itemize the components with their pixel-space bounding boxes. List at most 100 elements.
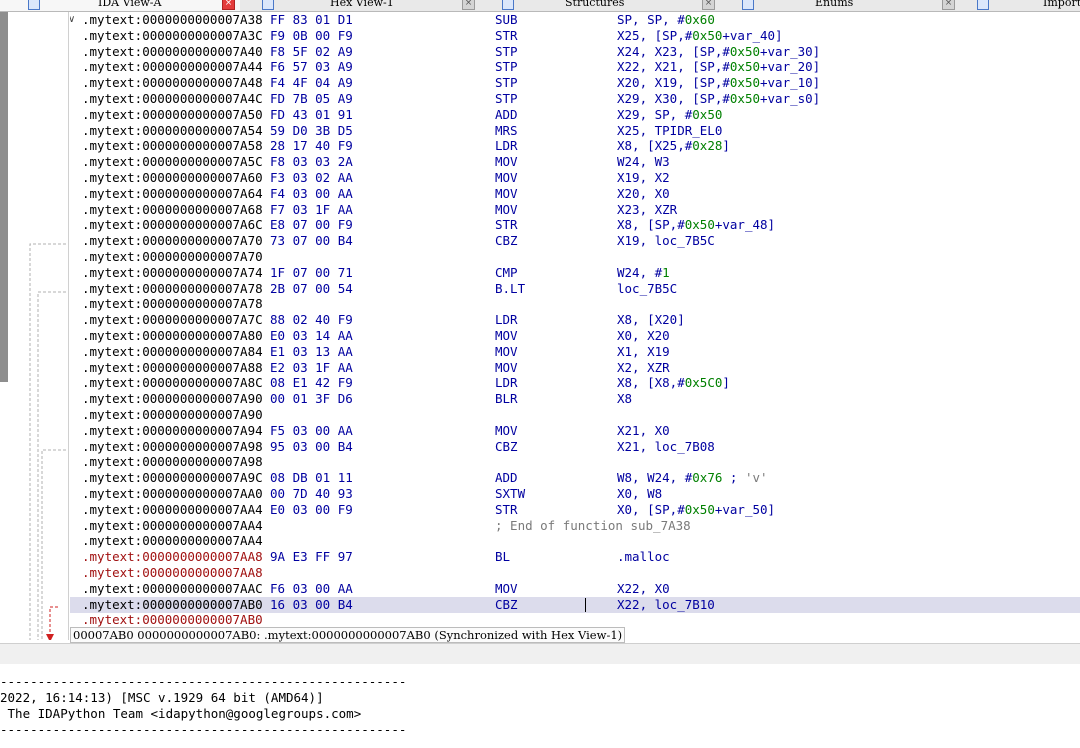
- operands[interactable]: X1, X19: [617, 344, 670, 360]
- listing-row[interactable]: .mytext:0000000000007A94 F5 03 00 AA MOV X2…: [70, 423, 1080, 439]
- operands[interactable]: X20, X0: [617, 186, 670, 202]
- listing-row[interactable]: .mytext:0000000000007AA8 9A E3 FF 97 BL .ma…: [70, 549, 1080, 565]
- mnemonic[interactable]: MOV: [495, 581, 518, 597]
- mnemonic[interactable]: MOV: [495, 170, 518, 186]
- listing-row[interactable]: .mytext:0000000000007AB0: [70, 612, 1080, 627]
- operands[interactable]: X22, X0: [617, 581, 670, 597]
- operands[interactable]: X23, XZR: [617, 202, 677, 218]
- close-tab-icon[interactable]: ×: [462, 0, 475, 10]
- listing-row[interactable]: .mytext:0000000000007A78 2B 07 00 54 B.LT l…: [70, 281, 1080, 297]
- listing-row[interactable]: .mytext:0000000000007A54 59 D0 3B D5 MRS X2…: [70, 123, 1080, 139]
- listing-row[interactable]: .mytext:0000000000007A98 95 03 00 B4 CBZ X2…: [70, 439, 1080, 455]
- listing-row[interactable]: .mytext:0000000000007AA0 00 7D 40 93 SXTW X…: [70, 486, 1080, 502]
- listing-row[interactable]: .mytext:0000000000007A6C E8 07 00 F9 STR X8…: [70, 217, 1080, 233]
- listing-row[interactable]: .mytext:0000000000007A64 F4 03 00 AA MOV X2…: [70, 186, 1080, 202]
- listing-row[interactable]: .mytext:0000000000007A88 E2 03 1F AA MOV X2…: [70, 360, 1080, 376]
- listing-row[interactable]: .mytext:0000000000007A70 73 07 00 B4 CBZ X1…: [70, 233, 1080, 249]
- mnemonic[interactable]: STR: [495, 502, 518, 518]
- mnemonic[interactable]: BL: [495, 549, 510, 565]
- listing-row[interactable]: .mytext:0000000000007AA8: [70, 565, 1080, 581]
- mnemonic[interactable]: BLR: [495, 391, 518, 407]
- operands[interactable]: X19, X2: [617, 170, 670, 186]
- mnemonic[interactable]: SUB: [495, 12, 518, 28]
- mnemonic[interactable]: MOV: [495, 186, 518, 202]
- listing-row[interactable]: .mytext:0000000000007A40 F8 5F 02 A9 STP X2…: [70, 44, 1080, 60]
- mnemonic[interactable]: CBZ: [495, 233, 518, 249]
- mnemonic[interactable]: MOV: [495, 344, 518, 360]
- tab-ida-view-a[interactable]: IDA View-A ×: [0, 0, 240, 11]
- mnemonic[interactable]: STP: [495, 91, 518, 107]
- mnemonic[interactable]: MRS: [495, 123, 518, 139]
- mnemonic[interactable]: STP: [495, 59, 518, 75]
- operands[interactable]: X20, X19, [SP,#0x50+var_10]: [617, 75, 820, 91]
- operands[interactable]: loc_7B5C: [617, 281, 677, 297]
- mnemonic[interactable]: MOV: [495, 202, 518, 218]
- close-tab-icon[interactable]: ×: [702, 0, 715, 10]
- mnemonic[interactable]: CBZ: [495, 439, 518, 455]
- mnemonic[interactable]: LDR: [495, 375, 518, 391]
- operands[interactable]: X0, [SP,#0x50+var_50]: [617, 502, 775, 518]
- tab-structures[interactable]: Structures ×: [480, 0, 720, 11]
- listing-row[interactable]: .mytext:0000000000007AB0 16 03 00 B4 CBZ X2…: [70, 596, 1080, 613]
- operands[interactable]: .malloc: [617, 549, 670, 565]
- operands[interactable]: X8, [X20]: [617, 312, 685, 328]
- listing-row[interactable]: .mytext:0000000000007A80 E0 03 14 AA MOV X0…: [70, 328, 1080, 344]
- mnemonic[interactable]: STP: [495, 44, 518, 60]
- output-window[interactable]: ----------------------------------------…: [0, 664, 1080, 748]
- close-tab-icon[interactable]: ×: [222, 0, 235, 10]
- listing-row[interactable]: ∨ .mytext:0000000000007A38 FF 83 01 D1 SUB S…: [70, 12, 1080, 28]
- listing-row[interactable]: .mytext:0000000000007A58 28 17 40 F9 LDR X8…: [70, 138, 1080, 154]
- listing-row[interactable]: .mytext:0000000000007A98: [70, 454, 1080, 470]
- listing-row[interactable]: .mytext:0000000000007A68 F7 03 1F AA MOV X2…: [70, 202, 1080, 218]
- listing-row[interactable]: .mytext:0000000000007A90: [70, 407, 1080, 423]
- listing-row[interactable]: .mytext:0000000000007A60 F3 03 02 AA MOV X1…: [70, 170, 1080, 186]
- operands[interactable]: X21, loc_7B08: [617, 439, 715, 455]
- listing-row[interactable]: .mytext:0000000000007A9C 08 DB 01 11 ADD W8…: [70, 470, 1080, 486]
- collapse-icon[interactable]: ∨: [70, 12, 75, 28]
- mnemonic[interactable]: STR: [495, 217, 518, 233]
- mnemonic[interactable]: CMP: [495, 265, 518, 281]
- mnemonic[interactable]: STP: [495, 75, 518, 91]
- disassembly-listing[interactable]: ∨ .mytext:0000000000007A38 FF 83 01 D1 SUB S…: [70, 12, 1080, 627]
- listing-row[interactable]: .mytext:0000000000007A7C 88 02 40 F9 LDR X8…: [70, 312, 1080, 328]
- listing-row[interactable]: .mytext:0000000000007AA4 ; End of functio…: [70, 518, 1080, 534]
- operands[interactable]: X0, X20: [617, 328, 670, 344]
- operands[interactable]: X29, X30, [SP,#0x50+var_s0]: [617, 91, 820, 107]
- mnemonic[interactable]: LDR: [495, 312, 518, 328]
- operands[interactable]: X8, [X25,#0x28]: [617, 138, 730, 154]
- listing-row[interactable]: .mytext:0000000000007A78: [70, 296, 1080, 312]
- tab-hex-view-1[interactable]: Hex View-1 ×: [240, 0, 480, 11]
- operands[interactable]: X25, [SP,#0x50+var_40]: [617, 28, 783, 44]
- vertical-scrollbar[interactable]: [0, 12, 8, 382]
- listing-row[interactable]: .mytext:0000000000007AAC F6 03 00 AA MOV X2…: [70, 581, 1080, 597]
- listing-row[interactable]: .mytext:0000000000007A3C F9 0B 00 F9 STR X2…: [70, 28, 1080, 44]
- operands[interactable]: X8, [SP,#0x50+var_48]: [617, 217, 775, 233]
- operands[interactable]: X25, TPIDR_EL0: [617, 123, 722, 139]
- operands[interactable]: X0, W8: [617, 486, 662, 502]
- mnemonic[interactable]: ADD: [495, 107, 518, 123]
- mnemonic[interactable]: MOV: [495, 360, 518, 376]
- listing-row[interactable]: .mytext:0000000000007A70: [70, 249, 1080, 265]
- listing-row[interactable]: .mytext:0000000000007A5C F8 03 03 2A MOV W2…: [70, 154, 1080, 170]
- operands[interactable]: W24, #1: [617, 265, 670, 281]
- operands[interactable]: W8, W24, #0x76 ; 'v': [617, 470, 768, 486]
- operands[interactable]: X2, XZR: [617, 360, 670, 376]
- operands[interactable]: X22, X21, [SP,#0x50+var_20]: [617, 59, 820, 75]
- tab-import[interactable]: Import: [955, 0, 1080, 11]
- operands[interactable]: X8: [617, 391, 632, 407]
- mnemonic[interactable]: MOV: [495, 423, 518, 439]
- operands[interactable]: W24, W3: [617, 154, 670, 170]
- operands[interactable]: SP, SP, #0x60: [617, 12, 715, 28]
- listing-row[interactable]: .mytext:0000000000007A74 1F 07 00 71 CMP W2…: [70, 265, 1080, 281]
- tab-enums[interactable]: Enums ×: [720, 0, 960, 11]
- listing-row[interactable]: .mytext:0000000000007A8C 08 E1 42 F9 LDR X8…: [70, 375, 1080, 391]
- mnemonic[interactable]: B.LT: [495, 281, 525, 297]
- mnemonic[interactable]: CBZ: [495, 597, 518, 613]
- mnemonic[interactable]: SXTW: [495, 486, 525, 502]
- listing-row[interactable]: .mytext:0000000000007A44 F6 57 03 A9 STP X2…: [70, 59, 1080, 75]
- listing-row[interactable]: .mytext:0000000000007A84 E1 03 13 AA MOV X1…: [70, 344, 1080, 360]
- close-tab-icon[interactable]: ×: [942, 0, 955, 10]
- mnemonic[interactable]: STR: [495, 28, 518, 44]
- listing-row[interactable]: .mytext:0000000000007AA4: [70, 533, 1080, 549]
- listing-row[interactable]: .mytext:0000000000007A48 F4 4F 04 A9 STP X2…: [70, 75, 1080, 91]
